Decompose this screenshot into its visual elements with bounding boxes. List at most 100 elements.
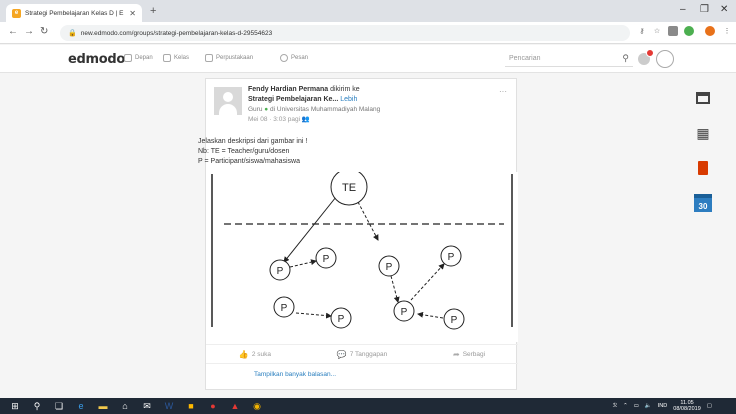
reload-icon[interactable]: ↻	[40, 26, 48, 37]
extension-green-icon[interactable]	[684, 26, 694, 36]
comment-icon: 💬	[336, 349, 347, 359]
like-button[interactable]: 👍 2 suka	[239, 350, 271, 359]
comment-button[interactable]: 💬 7 Tanggapan	[337, 350, 387, 359]
nav-library[interactable]: Perpustakaan	[205, 54, 253, 62]
tab-title: Strategi Pembelajaran Kelas D | E	[25, 9, 124, 17]
post-author: Fendy Hardian Permana dikirim ke	[248, 86, 360, 93]
minimize-button[interactable]: –	[680, 4, 686, 15]
participant-label: P	[401, 307, 408, 318]
participant-label: P	[277, 266, 284, 277]
post-time-text: Mei 08 · 3:03 pagi	[248, 116, 301, 123]
comment-count: 7 Tanggapan	[349, 350, 388, 358]
task-view-icon[interactable]: ❏	[52, 400, 66, 412]
clock-date: 08/08/2019	[673, 406, 701, 412]
network-icon[interactable]: ▭	[634, 403, 639, 409]
search-placeholder: Pencarian	[509, 54, 541, 62]
group-more-link[interactable]: Lebih	[340, 96, 357, 103]
address-bar[interactable]: 🔒 new.edmodo.com/groups/strategi-pembela…	[60, 25, 630, 41]
participant-node: P	[330, 307, 352, 329]
library-icon	[205, 54, 213, 62]
edmodo-header: edmodo Depan Kelas Perpustakaan Pesan Pe…	[0, 45, 736, 73]
notifications-icon[interactable]: ▢	[707, 403, 712, 409]
share-icon: ➦	[452, 349, 460, 359]
profile-icon[interactable]	[705, 26, 715, 36]
nav-messages-label: Pesan	[291, 55, 309, 61]
edmodo-favicon-icon: e	[12, 8, 21, 18]
close-tab-icon[interactable]: ✕	[129, 9, 136, 18]
classes-icon	[163, 54, 171, 62]
participant-node: P	[393, 300, 415, 322]
share-button[interactable]: ➦ Serbagi	[453, 350, 485, 359]
author-avatar[interactable]	[214, 87, 242, 115]
edmodo-logo[interactable]: edmodo	[68, 52, 125, 67]
menu-icon[interactable]: ⋮	[722, 26, 732, 36]
participant-node: P	[273, 296, 295, 318]
windows-start-icon[interactable]: ⊞	[8, 400, 22, 412]
tray-chevron-icon[interactable]: ⌃	[623, 403, 628, 409]
apps-grid-icon[interactable]: ▦	[690, 121, 716, 145]
author-role: Guru ● di Universitas Muhammadiyah Malan…	[248, 106, 380, 113]
nav-classes-label: Kelas	[174, 55, 190, 61]
post-body: Jelaskan deskripsi dari gambar ini ! Nb:…	[198, 137, 498, 167]
people-icon[interactable]: ℛ	[613, 403, 617, 409]
edge-icon[interactable]: e	[74, 400, 88, 412]
forward-icon[interactable]: →	[24, 26, 34, 37]
office-icon[interactable]	[690, 156, 716, 180]
show-more-replies-link[interactable]: Tampilkan banyak balasan...	[254, 371, 336, 378]
chrome-icon[interactable]: ◉	[250, 400, 264, 412]
word-icon[interactable]: W	[162, 400, 176, 412]
taskbar-search-icon[interactable]: ⚲	[30, 400, 44, 412]
nav-classes[interactable]: Kelas	[163, 54, 189, 62]
close-window-button[interactable]: ✕	[720, 4, 728, 15]
post-card: Fendy Hardian Permana dikirim ke Strateg…	[198, 78, 518, 390]
windows-taskbar: ⊞ ⚲ ❏ e ▬ ⌂ ✉ W ■ ● ▲ ◉ ℛ ⌃ ▭ 🔈 IND 11.0…	[0, 398, 736, 414]
post-line: Jelaskan deskripsi dari gambar ini !	[198, 138, 308, 145]
nav-messages[interactable]: Pesan	[280, 54, 308, 62]
participant-node: P	[440, 245, 462, 267]
language-indicator[interactable]: IND	[658, 403, 667, 409]
participant-label: P	[281, 303, 288, 314]
role-label: Guru	[248, 106, 263, 113]
messages-icon	[280, 54, 288, 62]
participant-label: P	[323, 254, 330, 265]
search-input[interactable]: Pencarian ⚲	[505, 50, 633, 67]
browser-tab[interactable]: e Strategi Pembelajaran Kelas D | E ✕	[6, 4, 142, 22]
verified-dot-icon: ●	[264, 106, 269, 113]
nav-home-label: Depan	[135, 55, 153, 61]
star-icon[interactable]: ☆	[652, 26, 662, 36]
teacher-node: TE	[330, 172, 368, 206]
app-yellow-icon[interactable]: ■	[184, 400, 198, 412]
participant-node: P	[269, 259, 291, 281]
volume-icon[interactable]: 🔈	[645, 403, 652, 409]
calendar-icon[interactable]: 30	[690, 191, 716, 215]
role-institution: di Universitas Muhammadiyah Malang	[270, 106, 381, 113]
notification-badge	[646, 49, 654, 57]
extension-icon[interactable]	[668, 26, 678, 36]
participant-node: P	[443, 308, 465, 330]
user-avatar[interactable]	[656, 50, 674, 68]
group-name[interactable]: Strategi Pembelajaran Ke...	[248, 96, 338, 103]
mail-icon[interactable]: ✉	[140, 400, 154, 412]
pdf-icon[interactable]: ▲	[228, 400, 242, 412]
thumbs-up-icon: 👍	[238, 349, 249, 359]
file-explorer-icon[interactable]: ▬	[96, 400, 110, 412]
store-taskbar-icon[interactable]: ⌂	[118, 400, 132, 412]
calendar-day: 30	[694, 194, 712, 212]
post-options-icon[interactable]: ···	[499, 87, 507, 96]
post-group: Strategi Pembelajaran Ke... Lebih	[248, 96, 357, 103]
new-tab-button[interactable]: +	[150, 5, 156, 17]
back-icon[interactable]: ←	[8, 26, 18, 37]
author-name[interactable]: Fendy Hardian Permana	[248, 86, 328, 93]
nav-home[interactable]: Depan	[124, 54, 153, 62]
post-time: Mei 08 · 3:03 pagi 👥	[248, 115, 310, 123]
teacher-label: TE	[342, 182, 356, 194]
browser-tabbar: e Strategi Pembelajaran Kelas D | E ✕ + …	[0, 0, 736, 22]
store-app-icon[interactable]	[690, 86, 716, 110]
key-icon[interactable]: ⚷	[637, 26, 647, 36]
app-red-icon[interactable]: ●	[206, 400, 220, 412]
restore-button[interactable]: ❐	[700, 4, 709, 15]
clock[interactable]: 11.05 08/08/2019	[673, 400, 701, 412]
search-icon[interactable]: ⚲	[622, 53, 629, 64]
home-icon	[124, 54, 132, 62]
nav-library-label: Perpustakaan	[216, 55, 254, 61]
